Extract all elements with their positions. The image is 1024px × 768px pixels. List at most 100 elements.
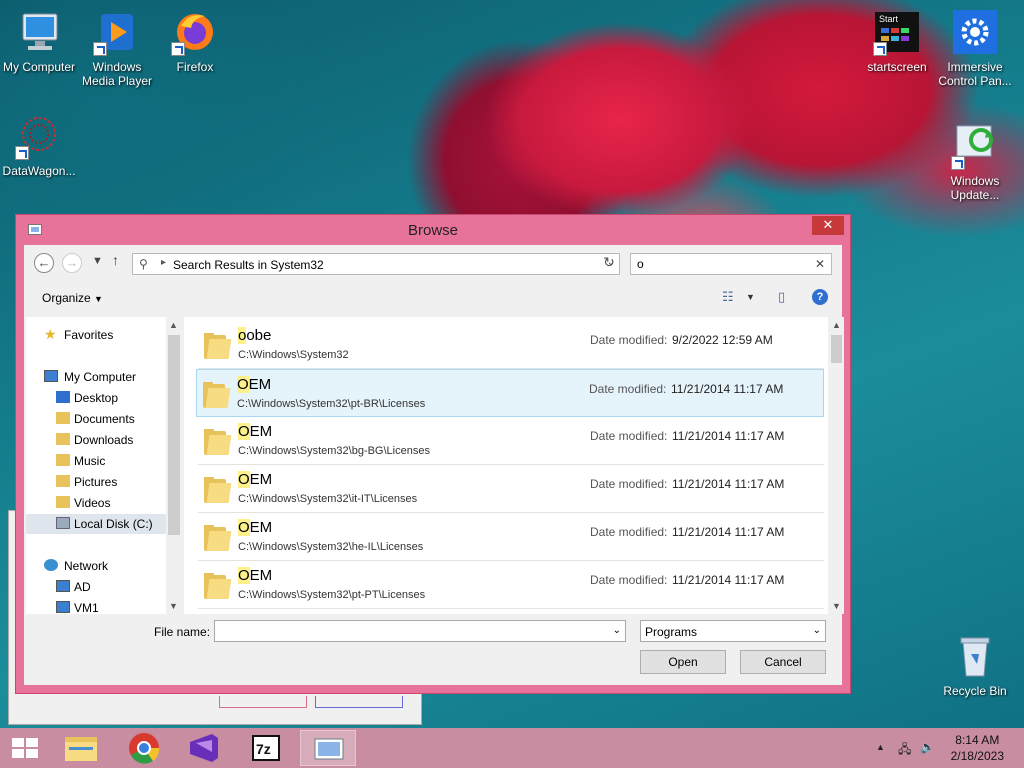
list-item[interactable]: oobe C:\Windows\System32 Date modified: … <box>198 321 824 369</box>
recycle-bin-icon <box>951 632 999 680</box>
nav-item-videos[interactable]: Videos <box>26 493 166 513</box>
nav-label: Downloads <box>74 433 134 447</box>
back-arrow-icon: ← <box>37 255 51 270</box>
up-button[interactable]: ↑ <box>112 252 119 268</box>
nav-item-vm1[interactable]: VM1 <box>26 598 166 614</box>
start-button[interactable] <box>0 730 56 766</box>
scroll-down-icon[interactable]: ▼ <box>832 601 841 611</box>
scroll-up-icon[interactable]: ▲ <box>832 320 841 330</box>
cancel-button[interactable]: Cancel <box>740 650 826 674</box>
nav-item-music[interactable]: Music <box>26 451 166 471</box>
nav-item-my-computer[interactable]: My Computer <box>26 367 166 387</box>
search-box[interactable]: ✕ <box>630 253 832 275</box>
nav-item-documents[interactable]: Documents <box>26 409 166 429</box>
list-item[interactable]: OEM C:\Windows\System32\pt-PT\Licenses D… <box>198 561 824 609</box>
desktop-icon-windows-media-player[interactable]: Windows Media Player <box>78 8 156 88</box>
list-item[interactable]: OEM C:\Windows\System32\it-IT\Licenses D… <box>198 465 824 513</box>
nav-item-local-disk[interactable]: Local Disk (C:) <box>26 514 166 534</box>
nav-scrollbar[interactable]: ▲ ▼ <box>166 317 182 614</box>
close-button[interactable]: ✕ <box>812 216 844 235</box>
desktop-icon-immersive-control-panel[interactable]: Immersive Control Pan... <box>936 8 1014 88</box>
recent-locations-button[interactable]: ▼ <box>92 255 103 267</box>
svg-text:7z: 7z <box>256 741 271 757</box>
datawagon-icon <box>15 112 63 160</box>
volume-icon[interactable]: 🔈 <box>920 740 935 754</box>
chevron-down-icon: ⌄ <box>812 625 821 636</box>
taskbar-file-explorer[interactable] <box>54 730 110 766</box>
scroll-thumb[interactable] <box>831 335 842 363</box>
forward-button[interactable]: → <box>62 253 82 273</box>
computer-icon <box>44 370 58 382</box>
refresh-button[interactable]: ↻ <box>600 254 618 272</box>
breadcrumb[interactable]: Search Results in System32 <box>173 258 324 272</box>
nav-item-downloads[interactable]: Downloads <box>26 430 166 450</box>
clock[interactable]: 8:14 AM 2/18/2023 <box>951 732 1004 764</box>
file-name-field[interactable]: ⌄ <box>214 620 626 642</box>
list-item[interactable]: OEM C:\Windows\System32\pt-BR\Licenses D… <box>196 369 824 417</box>
desktop-icon-windows-update[interactable]: Windows Update... <box>936 122 1014 202</box>
list-item[interactable]: OEM C:\Windows\System32\bg-BG\Licenses D… <box>198 417 824 465</box>
address-bar[interactable]: ⚲ ▸ Search Results in System32 ⌄ <box>132 253 620 275</box>
scroll-thumb[interactable] <box>168 335 180 535</box>
organize-button[interactable]: Organize ▼ <box>42 291 103 305</box>
clock-time: 8:14 AM <box>955 733 1000 747</box>
dialog-body: ← → ▼ ↑ ⚲ ▸ Search Results in System32 ⌄… <box>24 245 844 685</box>
documents-folder-icon <box>56 412 70 424</box>
item-name: OEM <box>237 376 272 393</box>
view-options-icon[interactable]: ☷ <box>722 289 734 305</box>
chevron-down-icon: ▼ <box>94 294 103 304</box>
clear-search-icon[interactable]: ✕ <box>815 257 825 271</box>
date-modified-label: Date modified: <box>590 477 668 491</box>
open-button[interactable]: Open <box>640 650 726 674</box>
shortcut-arrow-icon <box>873 42 887 56</box>
nav-item-ad[interactable]: AD <box>26 577 166 597</box>
scroll-up-icon[interactable]: ▲ <box>169 320 178 330</box>
scroll-down-icon[interactable]: ▼ <box>169 601 178 611</box>
chevron-down-icon: ▼ <box>92 255 103 267</box>
nav-item-network[interactable]: Network <box>26 556 166 576</box>
desktop-folder-icon <box>56 391 70 403</box>
results-list: oobe C:\Windows\System32 Date modified: … <box>184 317 844 614</box>
nav-item-favorites[interactable]: ★ Favorites <box>26 325 166 345</box>
desktop-icon-recycle-bin[interactable]: Recycle Bin <box>936 632 1014 698</box>
search-input[interactable] <box>637 256 807 272</box>
view-dropdown-icon[interactable]: ▼ <box>746 292 755 302</box>
desktop-icon-my-computer[interactable]: My Computer <box>0 8 78 74</box>
taskbar-visual-studio[interactable] <box>176 730 232 766</box>
nav-label: AD <box>74 580 91 594</box>
item-path: C:\Windows\System32\it-IT\Licenses <box>238 493 418 505</box>
help-icon[interactable]: ? <box>812 289 828 305</box>
taskbar-7zip[interactable]: 7z <box>238 730 294 766</box>
nav-item-desktop[interactable]: Desktop <box>26 388 166 408</box>
nav-item-pictures[interactable]: Pictures <box>26 472 166 492</box>
back-button[interactable]: ← <box>34 253 54 273</box>
list-item[interactable]: OEM C:\Windows\System32\he-IL\Licenses D… <box>198 513 824 561</box>
show-hidden-icons[interactable]: ▲ <box>876 742 885 752</box>
date-modified-value: 11/21/2014 11:17 AM <box>672 477 785 491</box>
network-icon <box>44 559 58 571</box>
folder-icon <box>203 382 231 408</box>
taskbar-browse-dialog[interactable] <box>300 730 356 766</box>
chevron-down-icon[interactable]: ⌄ <box>613 625 621 636</box>
desktop-icon-label: Windows Update... <box>950 174 1000 202</box>
folder-icon <box>204 429 232 455</box>
desktop-icon-firefox[interactable]: Firefox <box>156 8 234 74</box>
taskbar-chrome[interactable] <box>116 730 172 766</box>
folder-icon <box>204 333 232 359</box>
date-modified-label: Date modified: <box>590 333 668 347</box>
desktop-icon-datawagon[interactable]: DataWagon... <box>0 112 78 178</box>
toolbar: Organize ▼ ☷ ▼ ▯ ? <box>24 283 842 313</box>
preview-pane-icon[interactable]: ▯ <box>778 289 785 305</box>
desktop-icon-startscreen[interactable]: Start startscreen <box>858 8 936 74</box>
shortcut-arrow-icon <box>171 42 185 56</box>
folder-icon <box>204 477 232 503</box>
videos-folder-icon <box>56 496 70 508</box>
results-scrollbar[interactable]: ▲ ▼ <box>828 317 844 614</box>
drive-icon <box>56 517 70 529</box>
item-path: C:\Windows\System32\pt-PT\Licenses <box>238 589 426 601</box>
network-tray-icon[interactable]: 🖧 <box>898 740 911 761</box>
nav-label: Desktop <box>74 391 119 405</box>
dialog-title-bar[interactable]: Browse ✕ <box>16 215 850 245</box>
item-name: OEM <box>238 471 273 488</box>
file-type-select[interactable]: Programs ⌄ <box>640 620 826 642</box>
